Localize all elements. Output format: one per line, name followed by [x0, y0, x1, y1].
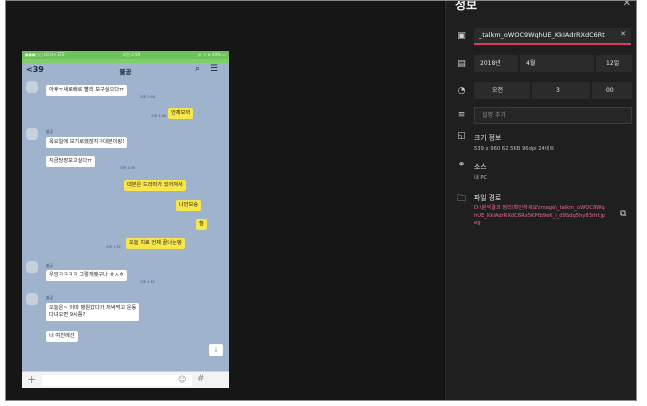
status-bar: ●●●○○ LG U+ LTE 오전 2:59 ◎ ⇪ ⊕ 40% ▭: [22, 51, 229, 59]
sender-name: 불공: [46, 295, 53, 300]
filename-input[interactable]: _talkm_oWOC9WqhUE_KkIAdrRXdC6Rt ✕: [474, 28, 631, 45]
message-time: 오후 1:51: [106, 245, 121, 249]
sender-name: 불공: [46, 129, 53, 134]
close-icon[interactable]: ✕: [623, 1, 631, 9]
image-viewer: ●●●○○ LG U+ LTE 오전 2:59 ◎ ⇪ ⊕ 40% ▭ <39 …: [6, 1, 443, 400]
minute-field[interactable]: 00: [592, 82, 632, 99]
photo-icon: ▣: [457, 31, 466, 41]
sender-name: 불공: [46, 263, 53, 268]
size-title: 크기 정보: [474, 134, 502, 142]
message-time: 오후 1:48: [140, 95, 155, 99]
message-time: 오후 1:52: [140, 280, 155, 284]
message-bubble: 우앙ㅋㅋㅋㅋ 그렇게됏구나 ㅎㅅㅎ: [46, 270, 127, 281]
chat-input-bar: + ☺ #: [22, 371, 229, 388]
clock-icon: ◔: [457, 86, 466, 96]
message-line: 오늘은~ 이따 병원갔다가 저녁먹고 운동: [49, 305, 137, 311]
path-title: 파일 경로: [474, 194, 502, 202]
message-input[interactable]: [42, 375, 192, 386]
carrier-text: ●●●○○ LG U+ LTE: [25, 52, 65, 57]
list-icon: ≡: [457, 110, 466, 120]
message-time: 오후 1:49: [120, 166, 135, 170]
day-field[interactable]: 12일: [596, 55, 632, 72]
avatar: [26, 293, 38, 305]
calendar-icon: ▤: [457, 59, 466, 69]
description-input[interactable]: 설명 추가: [474, 107, 632, 124]
message-bubble: 언제보까: [168, 108, 194, 119]
path-value: D:\분석결과 정리\확인하세요\image\_talkm_oWOC9WqhUE…: [474, 205, 606, 227]
plus-icon[interactable]: +: [27, 373, 36, 386]
avatar: [26, 81, 38, 93]
emoji-icon[interactable]: ☺: [178, 375, 186, 384]
folder-icon: 🗀: [456, 194, 466, 204]
avatar: [26, 261, 38, 273]
ampm-field[interactable]: 오전: [474, 82, 530, 99]
size-value: 539 x 960 62.5KB 96dpi 24비트: [474, 146, 555, 152]
status-clock: 오전 2:59: [122, 52, 141, 57]
avatar: [26, 128, 38, 140]
scroll-down-button[interactable]: ↓: [209, 344, 223, 356]
message-bubble: 나만보승: [176, 200, 202, 211]
message-bubble: 오늘은~ 이따 병원갔다가 저녁먹고 운동 다녀오면 9시쯤?: [46, 303, 140, 321]
message-bubble: 헐: [196, 219, 207, 230]
filename-value: _talkm_oWOC9WqhUE_KkIAdrRXdC6Rt: [479, 31, 605, 39]
chat-header: <39 불공 ⌕ ☰: [22, 63, 229, 79]
message-bubble: 아후ㅜ새로배로 빨리 보구싶으다ㅠ: [46, 85, 127, 96]
message-line: 다녀오면 9시쯤?: [49, 312, 86, 318]
image-size-icon: ◱: [457, 131, 466, 141]
chat-screenshot: ●●●○○ LG U+ LTE 오전 2:59 ◎ ⇪ ⊕ 40% ▭ <39 …: [22, 51, 229, 388]
month-field[interactable]: 4월: [520, 55, 594, 72]
screenshot-frame: ●●●○○ LG U+ LTE 오전 2:59 ◎ ⇪ ⊕ 40% ▭ <39 …: [5, 0, 637, 401]
link-icon: ⚭: [457, 160, 466, 170]
source-value: 내 PC: [474, 175, 488, 181]
year-field[interactable]: 2018년: [474, 55, 518, 72]
message-bubble: 오늘 치료 언제 끝나는뎅: [126, 238, 185, 249]
clear-icon[interactable]: ✕: [620, 30, 626, 38]
hour-field[interactable]: 3: [532, 82, 590, 99]
message-time: 오후 1:48: [151, 114, 166, 118]
status-indicators: ◎ ⇪ ⊕ 40% ▭: [198, 52, 226, 57]
source-title: 소스: [474, 163, 487, 171]
message-bubble: 지금당장보고싶다ㅠ: [46, 156, 95, 167]
info-panel: 정보 ✕ ▣ _talkm_oWOC9WqhUE_KkIAdrRXdC6Rt ✕…: [445, 0, 636, 400]
panel-title: 정보: [455, 0, 478, 12]
message-bubble: 목요일에 보기로했잖지ㅋ대본이랑!: [46, 137, 128, 148]
copy-icon[interactable]: ⧉: [620, 209, 626, 219]
search-icon[interactable]: ⌕: [195, 64, 200, 74]
menu-icon[interactable]: ☰: [210, 64, 218, 74]
hash-icon[interactable]: #: [197, 374, 205, 384]
message-bubble: 너 여친에선: [46, 331, 78, 342]
message-bubble: 대본은 드라마가 있어져서: [124, 180, 186, 191]
